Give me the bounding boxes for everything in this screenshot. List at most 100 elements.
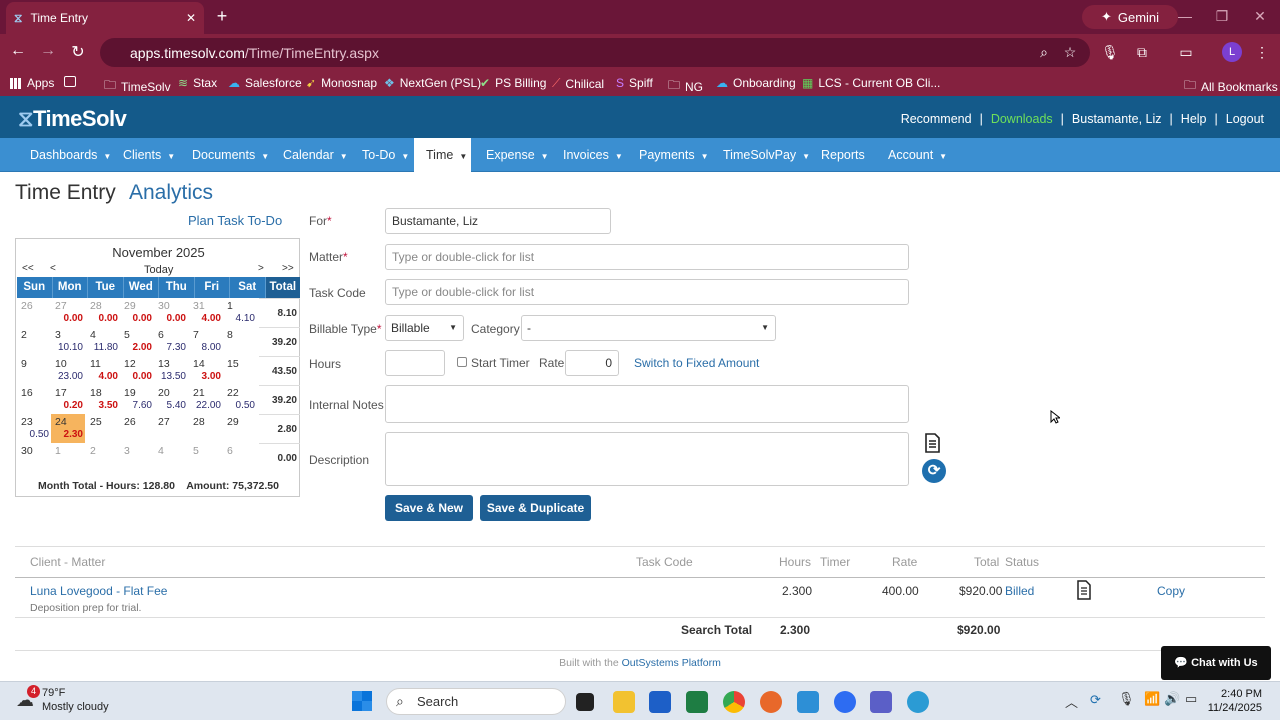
tab-search-icon[interactable] bbox=[64, 76, 76, 87]
nav-calendar[interactable]: Calendar ▼ bbox=[271, 138, 360, 172]
prev-month-button[interactable]: < bbox=[50, 263, 56, 274]
save-and-duplicate-button[interactable]: Save & Duplicate bbox=[480, 495, 591, 521]
word-icon[interactable] bbox=[649, 691, 671, 713]
calendar-day[interactable]: 5 2.00 bbox=[120, 327, 154, 356]
calendar-day[interactable]: 26 bbox=[120, 414, 154, 443]
today-button[interactable]: Today bbox=[144, 264, 173, 276]
nav-invoices[interactable]: Invoices ▼ bbox=[551, 138, 635, 172]
calendar-day[interactable]: 29 bbox=[223, 414, 257, 443]
bookmark-chilical[interactable]: ⟋ Chilical bbox=[552, 76, 604, 91]
col-rate[interactable]: Rate bbox=[892, 555, 917, 569]
outsystems-link[interactable]: OutSystems Platform bbox=[622, 657, 721, 669]
nav-timesolvpay[interactable]: TimeSolvPay ▼ bbox=[711, 138, 822, 172]
menu-icon[interactable]: ⋮ bbox=[1252, 44, 1272, 61]
sync-icon[interactable]: ⟳ bbox=[1090, 692, 1101, 708]
calendar-day[interactable]: 7 8.00 bbox=[189, 327, 223, 356]
calendar-day[interactable]: 29 0.00 bbox=[120, 298, 154, 327]
category-select[interactable]: - ▼ bbox=[521, 315, 776, 341]
matter-input[interactable]: Type or double-click for list bbox=[385, 244, 909, 270]
calendar-day[interactable]: 4 bbox=[154, 443, 188, 472]
calendar-day[interactable]: 10 23.00 bbox=[51, 356, 85, 385]
close-window-button[interactable]: ✕ bbox=[1250, 8, 1270, 25]
calendar-day[interactable]: 16 bbox=[17, 385, 51, 414]
calendar-day[interactable]: 5 bbox=[189, 443, 223, 472]
recommend-link[interactable]: Recommend bbox=[901, 112, 972, 126]
bookmark-apps[interactable]: Apps bbox=[10, 76, 54, 90]
switch-fixed-amount-link[interactable]: Switch to Fixed Amount bbox=[634, 356, 759, 370]
minimize-button[interactable]: — bbox=[1175, 8, 1195, 24]
reload-button[interactable]: ↻ bbox=[68, 42, 88, 62]
snipping-tool-icon[interactable] bbox=[797, 691, 819, 713]
bookmark-salesforce[interactable]: ☁ Salesforce bbox=[228, 76, 302, 90]
calendar-day[interactable]: 21 22.00 bbox=[189, 385, 223, 414]
volume-icon[interactable]: 🔊 bbox=[1164, 691, 1180, 707]
browser-tab[interactable]: ⧖ Time Entry ✕ bbox=[6, 2, 204, 34]
calendar-day[interactable]: 3 10.10 bbox=[51, 327, 85, 356]
next-month-button[interactable]: > bbox=[258, 263, 264, 274]
bookmark-ng[interactable]: 🗀 NG bbox=[668, 76, 703, 97]
description-textarea[interactable] bbox=[385, 432, 909, 486]
internal-notes-textarea[interactable] bbox=[385, 385, 909, 423]
refresh-icon[interactable]: ⟳ bbox=[922, 459, 946, 483]
mic-tray-icon[interactable]: 🎙 bbox=[1118, 691, 1135, 707]
timesolv-logo[interactable]: ⧖TimeSolv bbox=[18, 106, 127, 132]
firefox-icon[interactable] bbox=[760, 691, 782, 713]
col-client-matter[interactable]: Client - Matter bbox=[30, 555, 105, 569]
calendar-day[interactable]: 6 bbox=[223, 443, 257, 472]
status-badge[interactable]: Billed bbox=[1005, 584, 1034, 598]
calendar-day[interactable]: 27 bbox=[154, 414, 188, 443]
weather-widget[interactable]: 79°F Mostly cloudy bbox=[42, 686, 109, 714]
calendar-day[interactable]: 20 5.40 bbox=[154, 385, 188, 414]
help-link[interactable]: Help bbox=[1181, 112, 1207, 126]
bookmark-timesolv[interactable]: 🗀 TimeSolv bbox=[104, 76, 171, 97]
taskbar-search[interactable]: Search bbox=[386, 688, 566, 715]
close-tab-icon[interactable]: ✕ bbox=[186, 11, 196, 25]
rate-input[interactable]: 0 bbox=[565, 350, 619, 376]
calendar-day[interactable]: 18 3.50 bbox=[86, 385, 120, 414]
calendar-day[interactable]: 2 bbox=[86, 443, 120, 472]
calendar-day[interactable]: 27 0.00 bbox=[51, 298, 85, 327]
teams-icon[interactable] bbox=[870, 691, 892, 713]
zoom-app-icon[interactable] bbox=[834, 691, 856, 713]
nav-reports[interactable]: Reports bbox=[809, 138, 877, 172]
calendar-day[interactable]: 9 bbox=[17, 356, 51, 385]
bookmark-stax[interactable]: ≋ Stax bbox=[178, 76, 217, 90]
logout-link[interactable]: Logout bbox=[1226, 112, 1264, 126]
hours-input[interactable] bbox=[385, 350, 445, 376]
calendar-day[interactable]: 28 0.00 bbox=[86, 298, 120, 327]
calendar-day[interactable]: 15 bbox=[223, 356, 257, 385]
calendar-day[interactable]: 2 bbox=[17, 327, 51, 356]
windows-start-icon[interactable] bbox=[352, 691, 372, 711]
calendar-day[interactable]: 3 bbox=[120, 443, 154, 472]
calendar-day[interactable]: 6 7.30 bbox=[154, 327, 188, 356]
col-task-code[interactable]: Task Code bbox=[636, 555, 693, 569]
profile-avatar[interactable]: L bbox=[1222, 42, 1242, 62]
copy-link[interactable]: Copy bbox=[1157, 584, 1185, 598]
col-total[interactable]: Total bbox=[974, 555, 999, 569]
calendar-day[interactable]: 1 bbox=[51, 443, 85, 472]
calendar-day[interactable]: 30 0.00 bbox=[154, 298, 188, 327]
calendar-day[interactable]: 14 3.00 bbox=[189, 356, 223, 385]
first-month-button[interactable]: << bbox=[22, 263, 34, 274]
calendar-day[interactable]: 26 bbox=[17, 298, 51, 327]
calendar-day[interactable]: 13 13.50 bbox=[154, 356, 188, 385]
calendar-day[interactable]: 11 4.00 bbox=[86, 356, 120, 385]
col-status[interactable]: Status bbox=[1005, 555, 1039, 569]
new-tab-button[interactable]: + bbox=[212, 6, 232, 27]
calendar-day[interactable]: 30 bbox=[17, 443, 51, 472]
task-code-input[interactable]: Type or double-click for list bbox=[385, 279, 909, 305]
chrome-icon[interactable] bbox=[723, 691, 745, 713]
chat-with-us-button[interactable]: 💬 Chat with Us bbox=[1161, 646, 1271, 680]
url-bar[interactable]: apps.timesolv.com/Time/TimeEntry.aspx bbox=[100, 38, 1090, 67]
document-template-icon[interactable] bbox=[922, 432, 942, 454]
bookmark-nextgen[interactable]: ❖ NextGen (PSL) bbox=[384, 76, 481, 90]
calendar-day[interactable]: 1 4.10 bbox=[223, 298, 257, 327]
back-button[interactable]: ← bbox=[8, 42, 28, 60]
calendar-day-today[interactable]: 24 2.30 bbox=[51, 414, 85, 443]
calendar-day[interactable]: 23 0.50 bbox=[17, 414, 51, 443]
nav-account[interactable]: Account ▼ bbox=[876, 138, 959, 172]
calendar-day[interactable]: 12 0.00 bbox=[120, 356, 154, 385]
last-month-button[interactable]: >> bbox=[282, 263, 294, 274]
start-timer-checkbox[interactable] bbox=[457, 357, 467, 367]
analytics-link[interactable]: Analytics bbox=[129, 181, 213, 205]
